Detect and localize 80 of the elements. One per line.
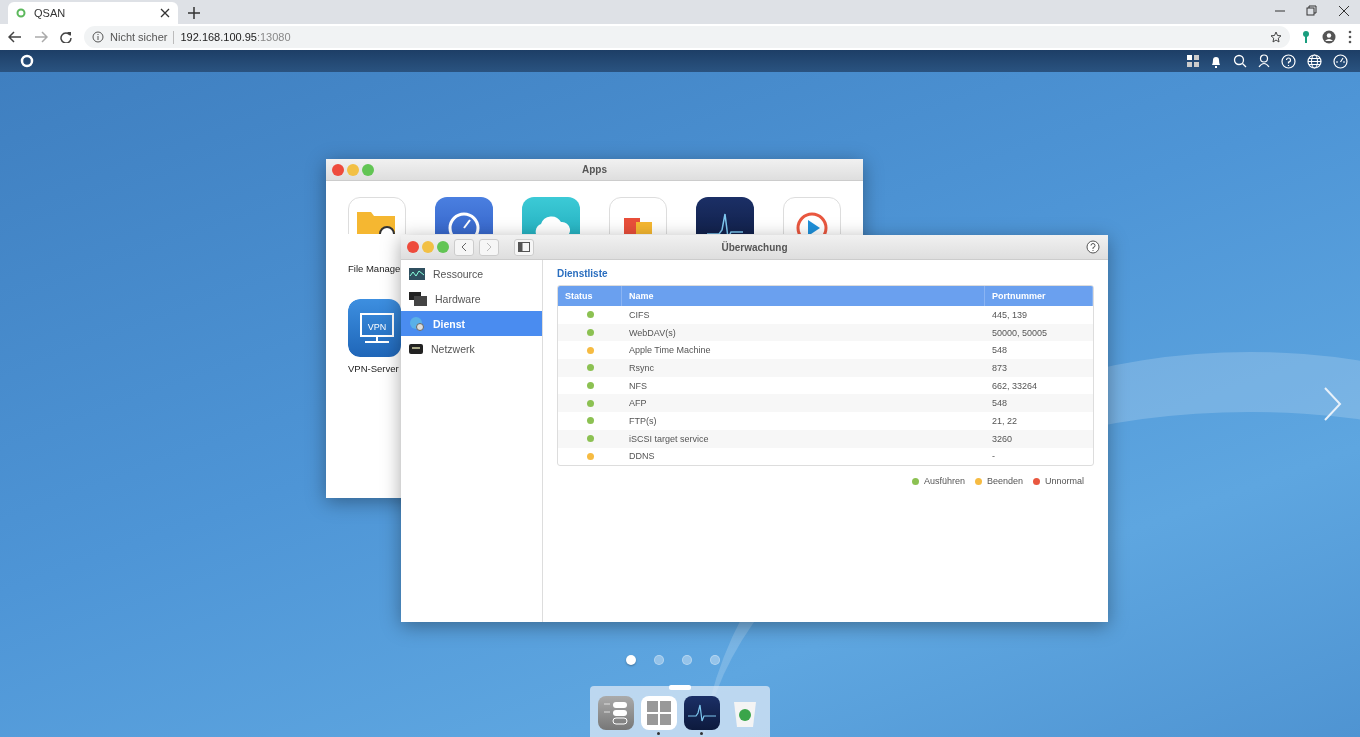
search-icon[interactable]	[1233, 54, 1247, 68]
logo-icon[interactable]	[20, 54, 34, 68]
table-cell-text: 548	[991, 345, 1009, 356]
site-icon	[16, 8, 26, 18]
globe-icon[interactable]	[1307, 53, 1322, 69]
dock-icon[interactable]	[683, 696, 720, 730]
table-cell-text: 3260	[991, 433, 1014, 444]
sidebar-item[interactable]: Hardware	[401, 286, 542, 311]
info-icon	[92, 31, 104, 43]
gauge-icon[interactable]	[1333, 53, 1348, 69]
sidebar-icon	[518, 242, 530, 252]
grid-icon[interactable]	[1187, 55, 1199, 67]
forward-icon[interactable]	[34, 31, 48, 43]
star-icon[interactable]	[1270, 31, 1282, 43]
table-cell-text: 662, 33264	[991, 380, 1039, 391]
reload-icon[interactable]	[60, 31, 72, 43]
tab-title: QSAN	[34, 7, 66, 19]
table-cell-text: 445, 139	[991, 309, 1029, 320]
close-icon[interactable]	[1338, 5, 1350, 17]
chevron-left-icon	[461, 242, 467, 252]
key-icon[interactable]	[1302, 30, 1310, 44]
back-button[interactable]	[454, 238, 474, 256]
legend-label: Ausführen	[923, 476, 965, 487]
profile-icon[interactable]	[1322, 30, 1336, 44]
chevron-right-icon	[486, 242, 492, 252]
table-cell-text: FTP(s)	[628, 415, 658, 426]
table-cell-text: NFS	[628, 380, 648, 391]
user-icon[interactable]	[1258, 54, 1270, 68]
new-tab-icon[interactable]	[188, 7, 200, 19]
table-cell-text: AFP	[628, 398, 648, 409]
window-title: Apps	[582, 164, 607, 175]
table-cell-text: DDNS	[628, 451, 656, 462]
running-indicator	[700, 732, 703, 735]
section-title: Dienstliste	[557, 268, 609, 279]
window-title: Überwachung	[721, 241, 788, 253]
bell-icon[interactable]	[1210, 54, 1222, 68]
table-cell-text: 548	[991, 398, 1009, 409]
restore-icon[interactable]	[1306, 5, 1318, 17]
dock-handle[interactable]	[669, 685, 691, 690]
table-cell-text: -	[991, 451, 996, 462]
table-cell-text: Rsync	[628, 362, 655, 373]
column-header: Name	[622, 286, 985, 306]
table-cell-text: WebDAV(s)	[628, 327, 677, 338]
url-text: 192.168.100.95:13080	[180, 31, 291, 43]
app-icon[interactable]: VPN	[348, 299, 401, 357]
back-icon[interactable]	[8, 31, 22, 43]
page-dot[interactable]	[654, 655, 664, 665]
column-header: Portnummer	[985, 286, 1093, 306]
address-bar[interactable]: Nicht sicher 192.168.100.95:13080	[84, 26, 1290, 48]
network-device-icon	[409, 341, 423, 356]
hardware-icon	[409, 291, 427, 306]
page-dot[interactable]	[682, 655, 692, 665]
app-icon[interactable]	[696, 197, 754, 234]
dock-item[interactable]	[683, 696, 720, 737]
sidebar-toggle-button[interactable]	[514, 238, 534, 256]
table-cell-text: Apple Time Machine	[628, 345, 712, 356]
app-icon[interactable]	[435, 197, 493, 234]
column-header: Status	[558, 286, 622, 306]
menu-icon[interactable]	[1348, 30, 1352, 44]
next-page-icon[interactable]	[1322, 386, 1342, 422]
close-icon[interactable]	[160, 8, 170, 18]
legend-label: Beenden	[986, 476, 1023, 487]
table-cell-text: 50000, 50005	[991, 327, 1049, 338]
chart-icon	[409, 267, 425, 280]
table-cell-text: 21, 22	[991, 415, 1019, 426]
page-dot[interactable]	[626, 655, 636, 665]
security-label: Nicht sicher	[110, 31, 168, 43]
table-cell-text: 873	[991, 362, 1009, 373]
table-cell-text: CIFS	[628, 309, 651, 320]
browser-tab[interactable]: QSAN	[8, 2, 178, 24]
running-indicator	[657, 732, 660, 735]
page-dot[interactable]	[710, 655, 720, 665]
legend-label: Unnormal	[1045, 476, 1084, 487]
app-label: VPN-Server	[348, 363, 399, 374]
table-cell-text: iSCSI target service	[628, 433, 710, 444]
help-icon[interactable]	[1086, 240, 1100, 254]
globe-gear-icon	[409, 315, 425, 332]
sidebar-item[interactable]: Netzwerk	[401, 336, 542, 361]
app-label: File Manage	[348, 263, 401, 274]
sidebar-item[interactable]: Ressource	[401, 261, 542, 286]
